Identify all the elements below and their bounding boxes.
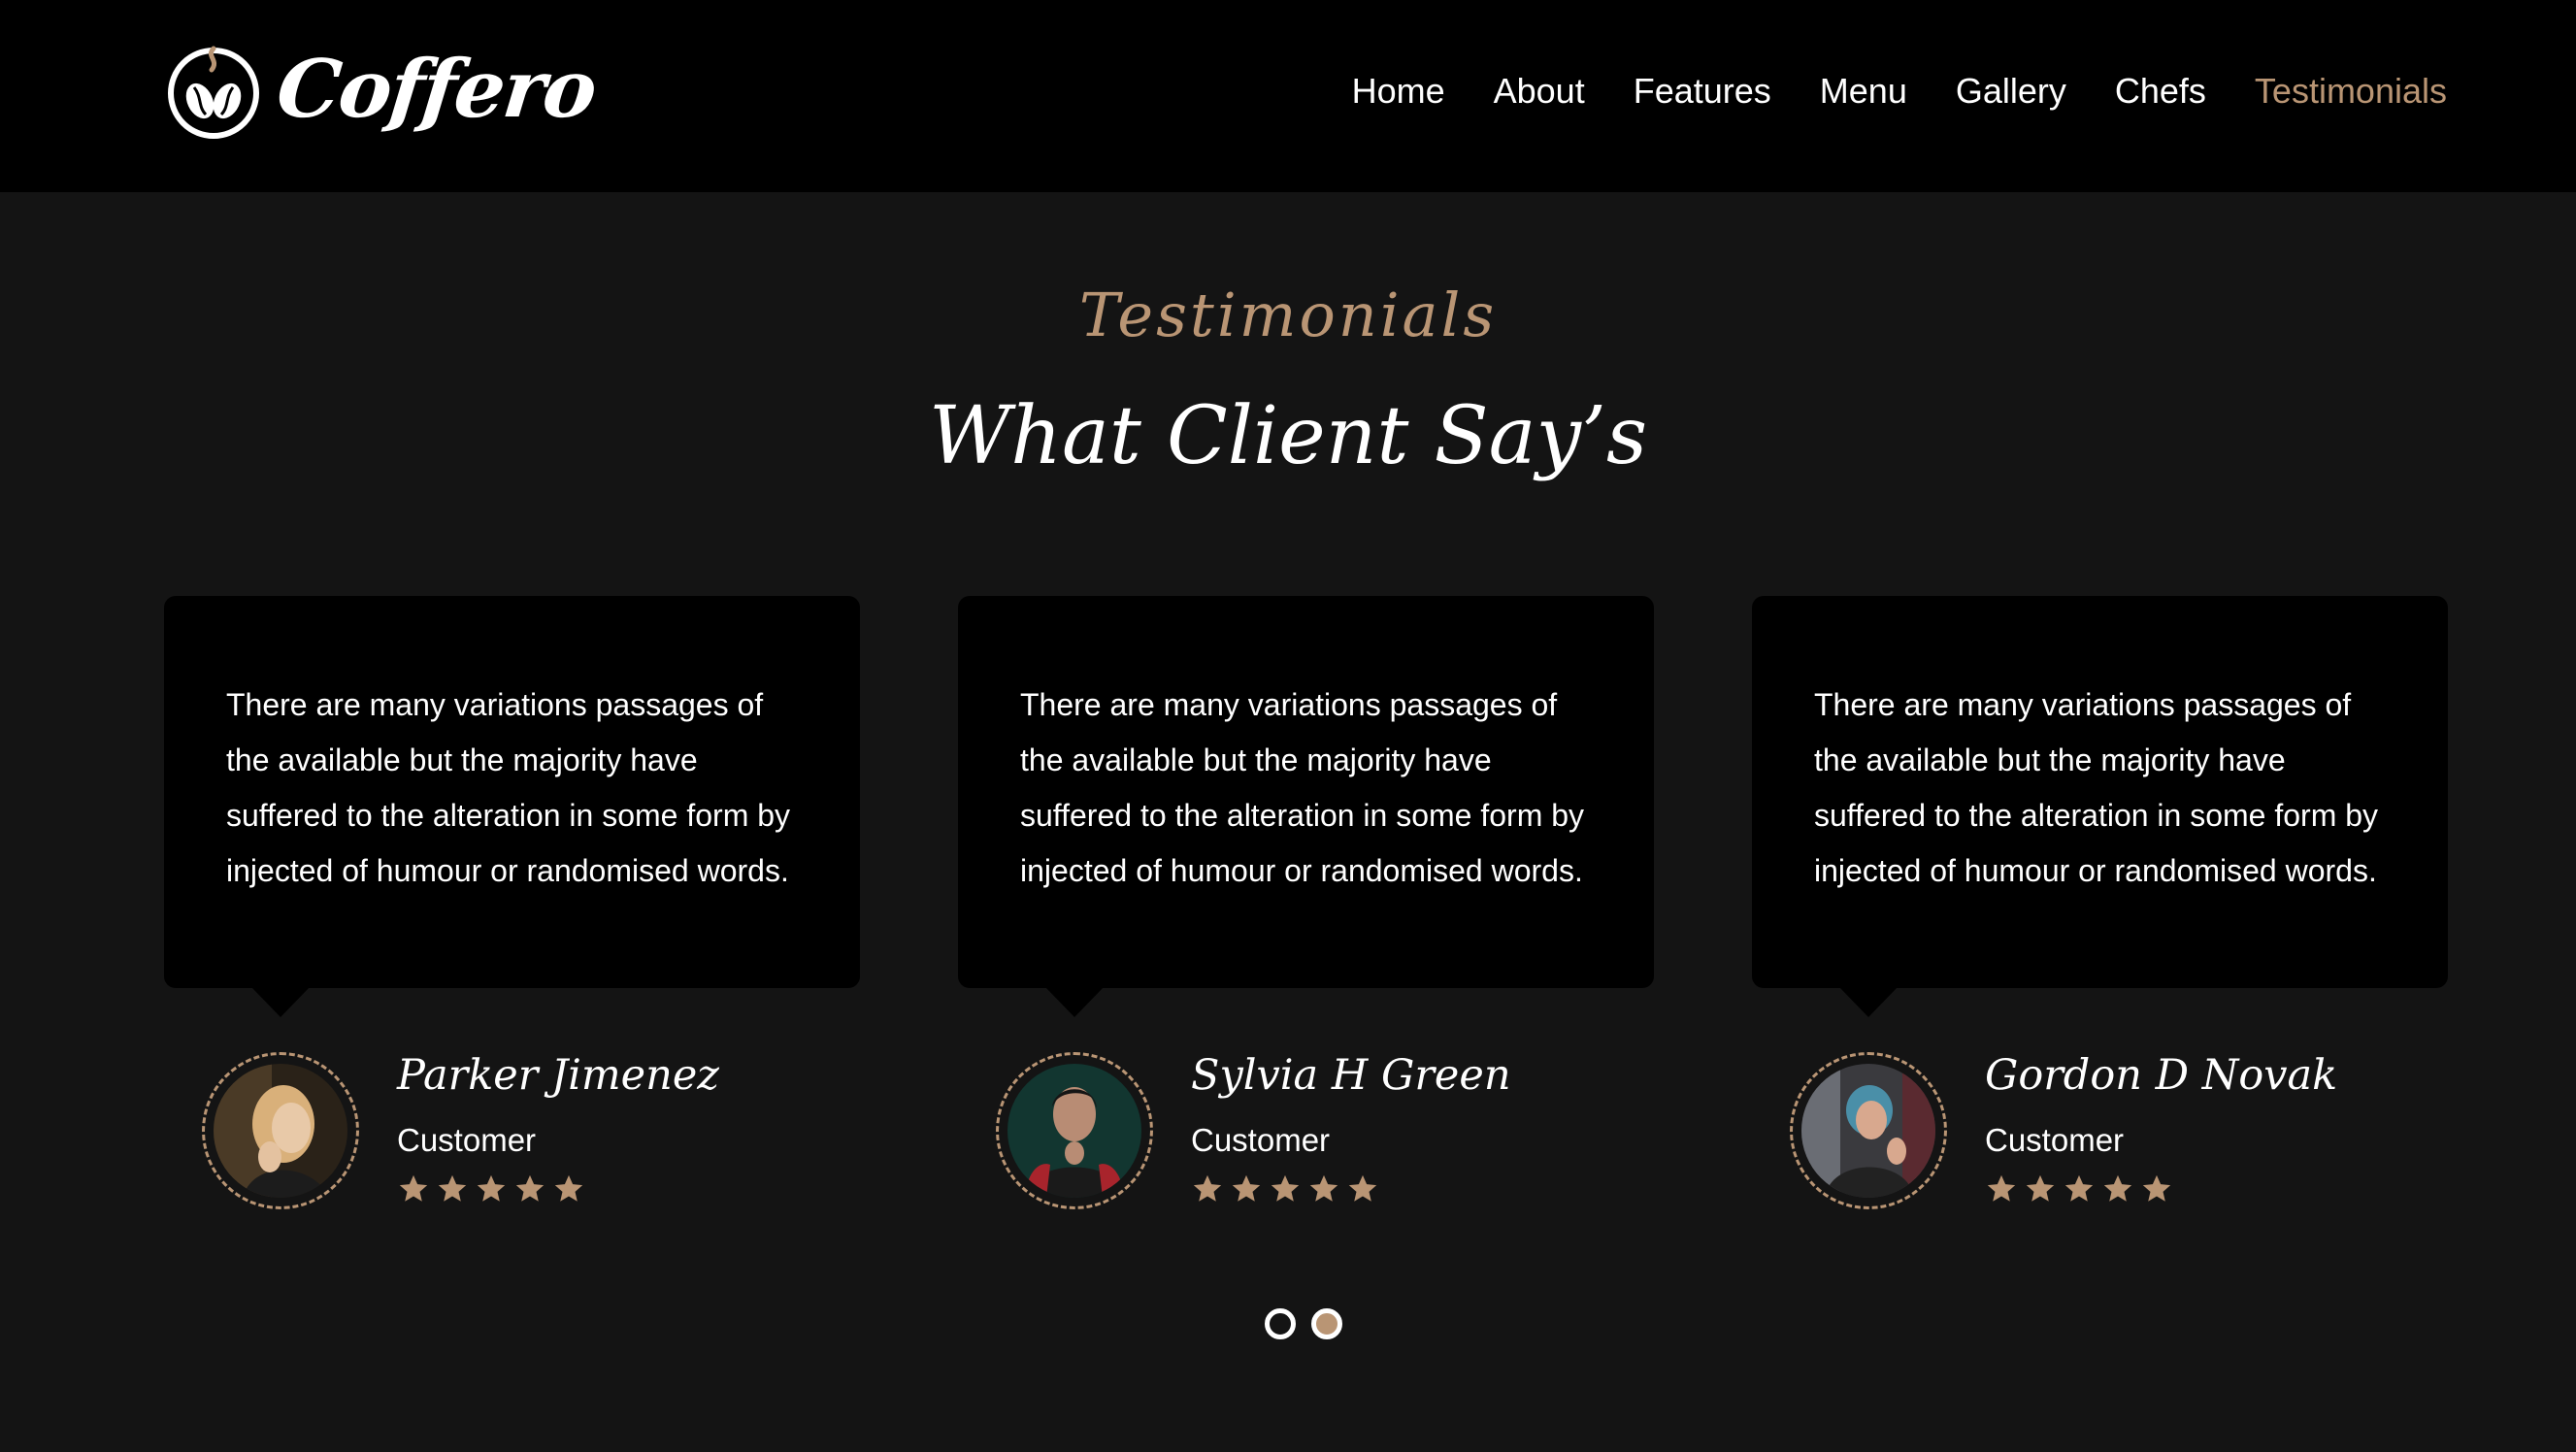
author-role: Customer: [1985, 1122, 2125, 1158]
carousel-dot-2[interactable]: [1311, 1308, 1342, 1339]
star-rating: [397, 1172, 585, 1205]
avatar: [202, 1052, 359, 1209]
avatar: [996, 1052, 1153, 1209]
card-pointer: [1838, 986, 1899, 1017]
nav-item-about[interactable]: About: [1494, 62, 1585, 120]
star-icon: [554, 1174, 583, 1202]
testimonial-quote: There are many variations passages of th…: [1814, 687, 2379, 888]
star-icon: [515, 1174, 545, 1202]
avatar-photo-gordon: [1801, 1064, 1935, 1198]
nav-item-features[interactable]: Features: [1634, 62, 1771, 120]
section-eyebrow: Testimonials: [1078, 280, 1498, 350]
avatar: [1790, 1052, 1947, 1209]
carousel-dot-1[interactable]: [1265, 1308, 1296, 1339]
author-name: Gordon D Novak: [1985, 1051, 2338, 1100]
card-pointer: [1044, 986, 1105, 1017]
star-rating: [1191, 1172, 1379, 1205]
star-icon: [2026, 1174, 2055, 1202]
star-icon: [438, 1174, 467, 1202]
card-pointer: [250, 986, 311, 1017]
avatar-photo-sylvia: [1007, 1064, 1141, 1198]
testimonial-card: There are many variations passages of th…: [958, 596, 1654, 988]
testimonial-card: There are many variations passages of th…: [164, 596, 860, 988]
nav-item-testimonials[interactable]: Testimonials: [2255, 62, 2447, 120]
nav-item-chefs[interactable]: Chefs: [2115, 62, 2206, 120]
nav-item-menu[interactable]: Menu: [1820, 62, 1907, 120]
star-icon: [1193, 1174, 1222, 1202]
star-icon: [1232, 1174, 1261, 1202]
site-header: Coffero Home About Features Menu Gallery…: [0, 0, 2576, 192]
author-role: Customer: [397, 1122, 537, 1158]
brand-logo[interactable]: Coffero: [163, 29, 600, 149]
star-icon: [1271, 1174, 1300, 1202]
coffee-beans-cup-icon: [168, 46, 259, 139]
nav-item-gallery[interactable]: Gallery: [1956, 62, 2066, 120]
star-icon: [1309, 1174, 1338, 1202]
star-icon: [2142, 1174, 2171, 1202]
carousel-pagination: [1265, 1308, 1342, 1339]
brand-name: Coffero: [272, 43, 600, 136]
testimonial-quote: There are many variations passages of th…: [1020, 687, 1585, 888]
star-icon: [477, 1174, 506, 1202]
testimonial-card: There are many variations passages of th…: [1752, 596, 2448, 988]
main-nav: Home About Features Menu Gallery Chefs T…: [1304, 62, 2447, 120]
star-rating: [1985, 1172, 2173, 1205]
author-role: Customer: [1191, 1122, 1331, 1158]
star-icon: [1987, 1174, 2016, 1202]
star-icon: [399, 1174, 428, 1202]
testimonial-quote: There are many variations passages of th…: [226, 687, 791, 888]
star-icon: [1348, 1174, 1377, 1202]
nav-item-home[interactable]: Home: [1352, 62, 1445, 120]
author-name: Parker Jimenez: [397, 1051, 719, 1100]
author-name: Sylvia H Green: [1191, 1051, 1511, 1100]
star-icon: [2064, 1174, 2094, 1202]
avatar-photo-parker: [214, 1064, 347, 1198]
star-icon: [2103, 1174, 2132, 1202]
section-heading: What Client Say’s: [928, 390, 1648, 482]
